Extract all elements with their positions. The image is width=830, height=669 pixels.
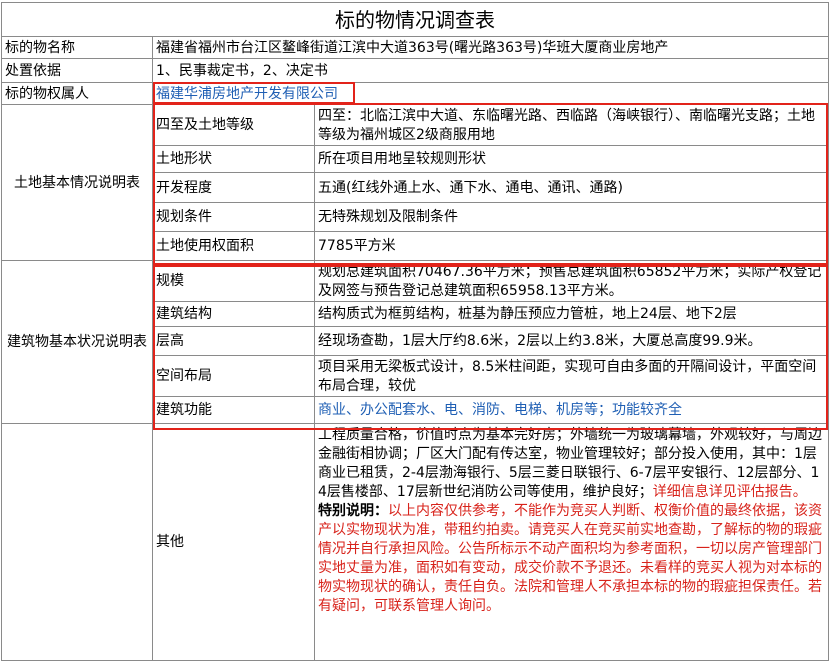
other-value: 工程质量合格，价值时点为基本完好房；外墙统一为玻璃幕墙，外观较好，与周边金融街相… bbox=[313, 423, 830, 661]
building-item-label: 规模 bbox=[152, 260, 315, 302]
land-section-label: 土地基本情况说明表 bbox=[1, 104, 153, 261]
land-item-value: 五通(红线外通上水、通下水、通电、通讯、通路) bbox=[313, 172, 830, 203]
building-item-label: 层高 bbox=[152, 326, 315, 356]
survey-page: 标的物情况调查表 标的物名称 福建省福州市台江区鳌峰街道江滨中大道363号(曙光… bbox=[0, 0, 830, 669]
owner-row: 标的物权属人 福建华浦房地产开发有限公司 bbox=[1, 82, 830, 105]
title-row: 标的物情况调查表 bbox=[0, 2, 830, 37]
land-item-label: 规划条件 bbox=[152, 202, 315, 232]
building-row-1: 建筑物基本状况说明表 规模 规划总建筑面积70467.36平方米；预售总建筑面积… bbox=[1, 260, 830, 424]
land-item-label: 四至及土地等级 bbox=[152, 104, 315, 146]
name-label: 标的物名称 bbox=[1, 36, 153, 59]
building-item-value: 结构质式为框剪结构，桩基为静压预应力管桩，地上24层、地下2层 bbox=[313, 301, 830, 327]
special-note-label: 特别说明： bbox=[318, 503, 388, 519]
basis-label: 处置依据 bbox=[1, 58, 153, 83]
building-item-label: 建筑结构 bbox=[152, 301, 315, 327]
page-title: 标的物情况调查表 bbox=[0, 2, 830, 37]
land-item-label: 土地形状 bbox=[152, 145, 315, 173]
building-item-value: 经现场查勘，1层大厅约8.6米，2层以上约3.8米，大厦总高度99.9米。 bbox=[313, 326, 830, 356]
owner-label: 标的物权属人 bbox=[1, 82, 153, 105]
building-section-label: 建筑物基本状况说明表 bbox=[1, 260, 153, 424]
land-row-1: 土地基本情况说明表 四至及土地等级 四至：北临江滨中大道、东临曙光路、西临路（海… bbox=[1, 104, 830, 261]
land-item-value: 四至：北临江滨中大道、东临曙光路、西临路（海峡银行）、南临曙光支路；土地等级为福… bbox=[313, 104, 830, 146]
name-value: 福建省福州市台江区鳌峰街道江滨中大道363号(曙光路363号)华班大厦商业房地产 bbox=[151, 36, 830, 59]
other-empty-cell bbox=[1, 423, 153, 661]
land-item-value: 无特殊规划及限制条件 bbox=[313, 202, 830, 232]
owner-value: 福建华浦房地产开发有限公司 bbox=[151, 82, 830, 105]
name-row: 标的物名称 福建省福州市台江区鳌峰街道江滨中大道363号(曙光路363号)华班大… bbox=[1, 36, 830, 59]
building-item-value: 商业、办公配套水、电、消防、电梯、机房等；功能较齐全 bbox=[313, 396, 830, 424]
land-item-value: 7785平方米 bbox=[313, 231, 830, 261]
basis-row: 处置依据 1、民事裁定书，2、决定书 bbox=[1, 58, 830, 83]
land-item-label: 土地使用权面积 bbox=[152, 231, 315, 261]
other-row: 其他 工程质量合格，价值时点为基本完好房；外墙统一为玻璃幕墙，外观较好，与周边金… bbox=[1, 423, 830, 661]
other-label: 其他 bbox=[152, 423, 315, 661]
basis-value: 1、民事裁定书，2、决定书 bbox=[151, 58, 830, 83]
land-item-label: 开发程度 bbox=[152, 172, 315, 203]
building-item-label: 空间布局 bbox=[152, 355, 315, 397]
building-item-value: 规划总建筑面积70467.36平方米；预售总建筑面积65852平方米；实际产权登… bbox=[313, 260, 830, 302]
land-item-value: 所在项目用地呈较规则形状 bbox=[313, 145, 830, 173]
building-item-label: 建筑功能 bbox=[152, 396, 315, 424]
building-item-value: 项目采用无梁板式设计，8.5米柱间距，实现可自由多面的开隔间设计，平面空间布局合… bbox=[313, 355, 830, 397]
special-note-text: 以上内容仅供参考，不能作为竞买人判断、权衡价值的最终依据，该资产以实物现状为准，… bbox=[318, 503, 822, 614]
survey-table: 标的物情况调查表 标的物名称 福建省福州市台江区鳌峰街道江滨中大道363号(曙光… bbox=[0, 2, 830, 661]
other-detail-note: 详细信息详见评估报告。 bbox=[652, 484, 807, 500]
